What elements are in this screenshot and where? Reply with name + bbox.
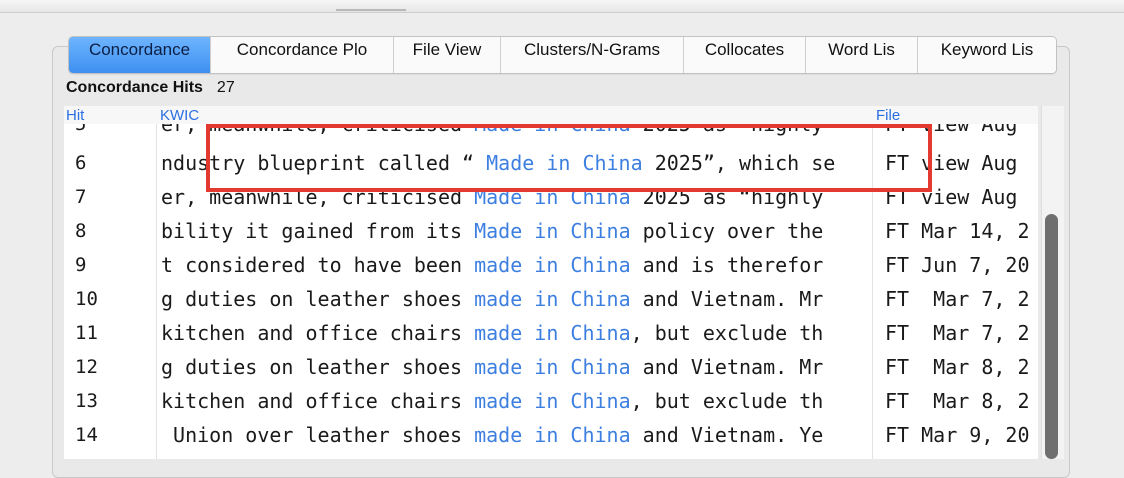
row-file-name: FT Mar 8, 2 xyxy=(885,355,1030,379)
column-header-kwic[interactable]: KWIC xyxy=(160,107,199,124)
row-hit-number: 13 xyxy=(75,390,98,412)
row-kwic-text: Union over leather shoes made in China a… xyxy=(161,418,871,452)
row-hit-number: 12 xyxy=(75,356,98,378)
row-hit-number: 9 xyxy=(75,254,87,276)
tab-file-view[interactable]: File View xyxy=(394,37,501,73)
concordance-hits-count: 27 xyxy=(216,79,235,96)
concordance-hits-label: Concordance Hits xyxy=(66,79,203,96)
row-hit-number: 7 xyxy=(75,186,87,208)
table-row[interactable]: 13 kitchen and office chairs made in Chi… xyxy=(64,384,1038,418)
row-hit-number: 11 xyxy=(75,322,98,344)
tab-word-list[interactable]: Word Lis xyxy=(806,37,918,73)
right-context: and Vietnam. Ye xyxy=(630,423,824,447)
right-context: , but exclude th xyxy=(630,389,824,413)
search-keyword: made in China xyxy=(474,423,631,447)
row-kwic-text: g duties on leather shoes made in China … xyxy=(161,350,871,384)
row-hit-number: 5 xyxy=(75,124,87,135)
row-kwic-text: bility it gained from its Made in China … xyxy=(161,214,871,248)
row-hit-number: 8 xyxy=(75,220,87,242)
left-context: kitchen and office chairs xyxy=(161,321,475,345)
table-row[interactable]: 5 er, meanwhile, criticised Made in Chin… xyxy=(64,124,1038,141)
row-kwic-text: g duties on leather shoes made in China … xyxy=(161,282,871,316)
search-keyword: made in China xyxy=(474,287,631,311)
tab-keyword-list[interactable]: Keyword Lis xyxy=(918,37,1056,73)
column-header-hit[interactable]: Hit xyxy=(66,107,84,124)
table-row[interactable]: 8 bility it gained from its Made in Chin… xyxy=(64,214,1038,248)
results-table-body: 5 er, meanwhile, criticised Made in Chin… xyxy=(64,124,1038,459)
tab-bar: Concordance Concordance Plo File View Cl… xyxy=(68,36,1057,74)
table-row[interactable]: 14 Union over leather shoes made in Chin… xyxy=(64,418,1038,452)
right-context: 2025”, which se xyxy=(642,151,836,175)
right-context: and Vietnam. Mr xyxy=(630,287,824,311)
row-file-name: FT view Aug xyxy=(885,124,1018,136)
row-hit-number: 14 xyxy=(75,424,98,446)
tab-collocates[interactable]: Collocates xyxy=(684,37,806,73)
right-context: 2025 as “highly xyxy=(630,124,824,136)
table-row[interactable]: 11 kitchen and office chairs made in Chi… xyxy=(64,316,1038,350)
search-keyword: Made in China xyxy=(474,185,631,209)
row-kwic-text: kitchen and office chairs made in China,… xyxy=(161,316,871,350)
window-top-strip xyxy=(0,0,1124,13)
tab-concordance[interactable]: Concordance xyxy=(69,37,211,73)
table-row[interactable]: 10 g duties on leather shoes made in Chi… xyxy=(64,282,1038,316)
row-file-name: FT Mar 7, 2 xyxy=(885,287,1030,311)
search-keyword: Made in China xyxy=(474,124,631,136)
left-context: er, meanwhile, criticised xyxy=(161,124,475,136)
row-kwic-text: er, meanwhile, criticised Made in China … xyxy=(161,180,871,214)
row-kwic-text: er, meanwhile, criticised Made in China … xyxy=(161,124,871,141)
concordance-hits-row: Concordance Hits 27 xyxy=(66,79,235,99)
search-keyword: made in China xyxy=(474,389,631,413)
row-file-name: FT Jun 7, 20 xyxy=(885,253,1030,277)
row-kwic-text: t considered to have been made in China … xyxy=(161,248,871,282)
row-file-name: FT Mar 7, 2 xyxy=(885,321,1030,345)
tab-concordance-plot[interactable]: Concordance Plo xyxy=(211,37,394,73)
right-context: policy over the xyxy=(630,219,824,243)
tab-clusters-ngrams[interactable]: Clusters/N-Grams xyxy=(501,37,684,73)
left-context: kitchen and office chairs xyxy=(161,389,475,413)
row-file-name: FT Mar 14, 2 xyxy=(885,219,1030,243)
right-context: and is therefor xyxy=(630,253,824,277)
left-context: bility it gained from its xyxy=(161,219,475,243)
right-context: 2025 as “highly xyxy=(630,185,824,209)
table-row[interactable]: 6 ndustry blueprint called “ Made in Chi… xyxy=(64,146,1038,180)
splitter-notch[interactable] xyxy=(336,9,406,11)
table-row[interactable]: 7 er, meanwhile, criticised Made in Chin… xyxy=(64,180,1038,214)
search-keyword: made in China xyxy=(474,355,631,379)
table-row[interactable]: 9 t considered to have been made in Chin… xyxy=(64,248,1038,282)
row-kwic-text: kitchen and office chairs made in China,… xyxy=(161,384,871,418)
table-row[interactable]: 12 g duties on leather shoes made in Chi… xyxy=(64,350,1038,384)
search-keyword: Made in China xyxy=(474,219,631,243)
column-header-file[interactable]: File xyxy=(876,107,900,124)
search-keyword: made in China xyxy=(474,253,631,277)
right-context: and Vietnam. Mr xyxy=(630,355,824,379)
row-hit-number: 10 xyxy=(75,288,98,310)
search-keyword: made in China xyxy=(474,321,631,345)
left-context: er, meanwhile, criticised xyxy=(161,185,475,209)
results-table-header: Hit KWIC File xyxy=(64,106,1038,125)
left-context: Union over leather shoes xyxy=(161,423,475,447)
row-kwic-text: ndustry blueprint called “ Made in China… xyxy=(161,146,871,180)
row-file-name: FT Mar 9, 20 xyxy=(885,423,1030,447)
row-file-name: FT view Aug xyxy=(885,151,1018,175)
row-file-name: FT view Aug xyxy=(885,185,1018,209)
left-context: g duties on leather shoes xyxy=(161,355,475,379)
search-keyword: Made in China xyxy=(486,151,643,175)
scrollbar-thumb[interactable] xyxy=(1045,214,1058,459)
row-file-name: FT Mar 8, 2 xyxy=(885,389,1030,413)
right-context: , but exclude th xyxy=(630,321,824,345)
left-context: g duties on leather shoes xyxy=(161,287,475,311)
left-context: ndustry blueprint called “ xyxy=(161,151,487,175)
left-context: t considered to have been xyxy=(161,253,475,277)
row-hit-number: 6 xyxy=(75,152,87,174)
